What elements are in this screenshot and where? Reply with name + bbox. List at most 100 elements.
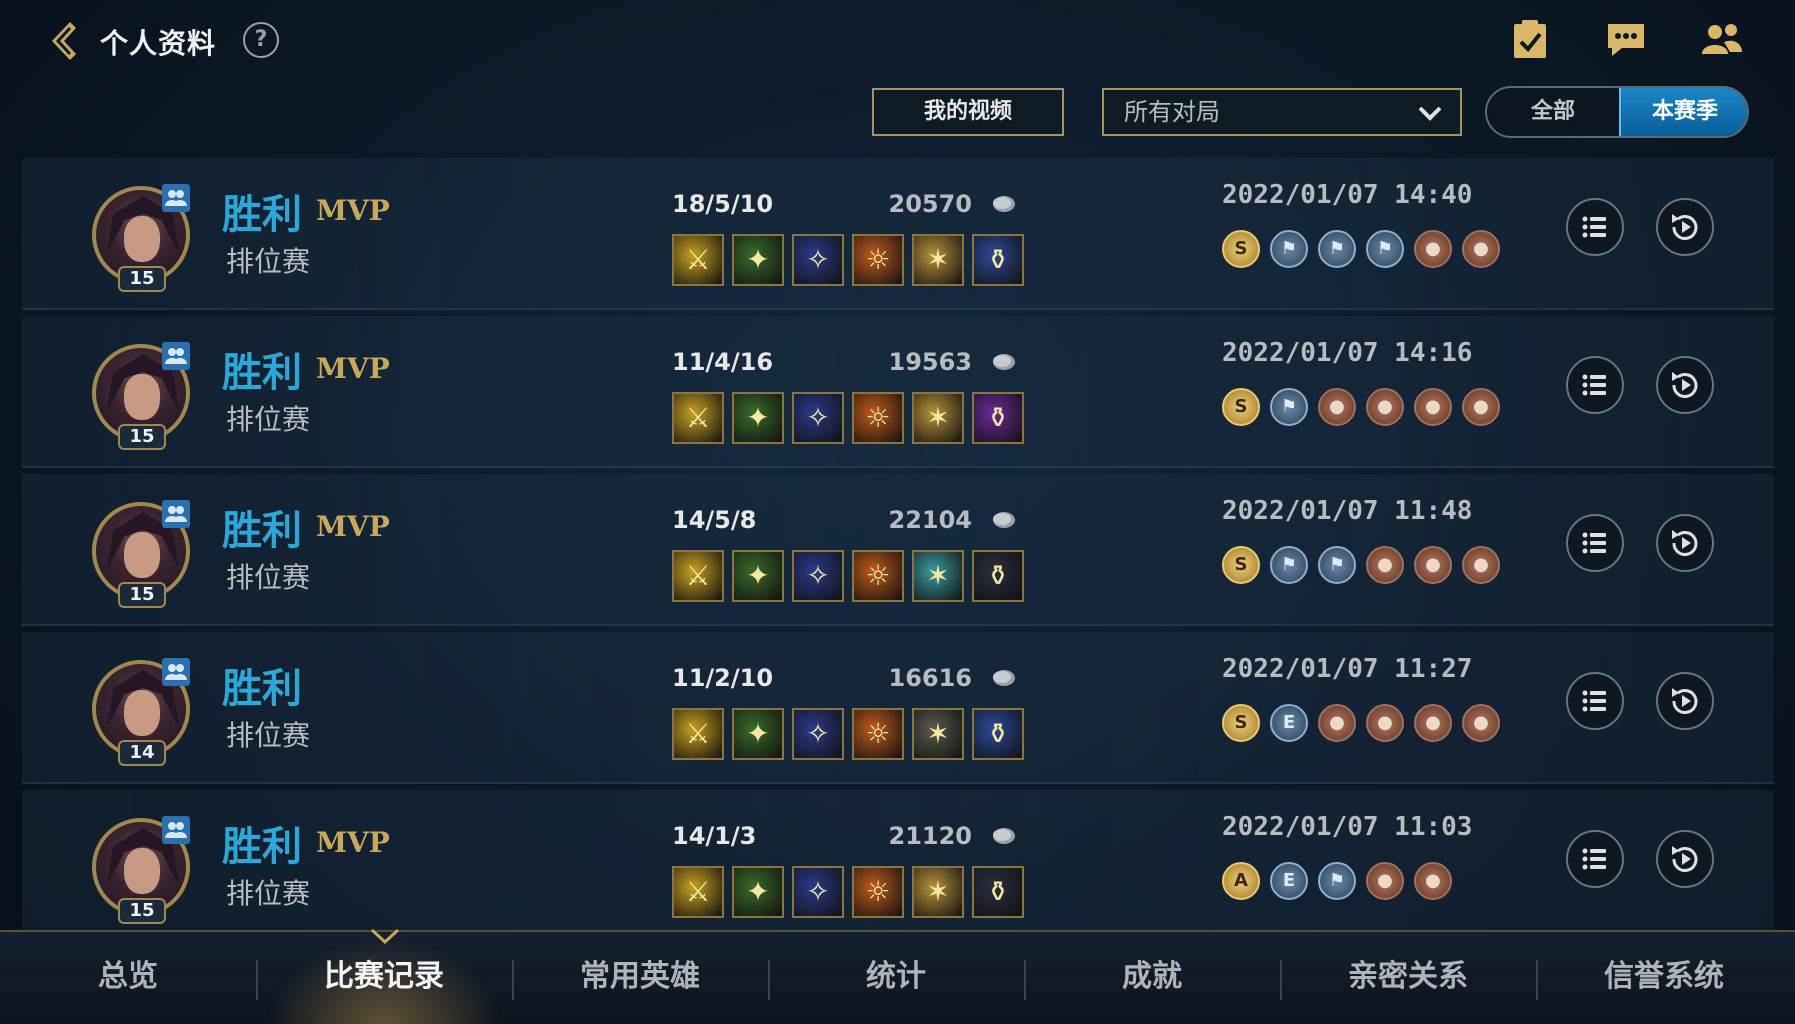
tab-divider (512, 960, 514, 1000)
match-honor-badge-icon: A (1222, 862, 1260, 900)
match-details-button[interactable] (1566, 830, 1624, 888)
item-slot-icon: ✦ (732, 708, 784, 760)
item-slot-icon: ✧ (792, 550, 844, 602)
my-videos-button[interactable]: 我的视频 (872, 88, 1064, 136)
help-icon[interactable]: ? (243, 22, 279, 58)
kda-score: 14/1/3 (672, 822, 757, 850)
gold-earned: 16616 (888, 664, 973, 692)
match-replay-button[interactable] (1656, 830, 1714, 888)
team-party-icon (162, 342, 190, 370)
toggle-season-option[interactable]: 本赛季 (1619, 88, 1747, 136)
kda-score: 14/5/8 (672, 506, 757, 534)
item-slot-icon: ✶ (912, 866, 964, 918)
match-details-button[interactable] (1566, 672, 1624, 730)
item-slot-icon: ✧ (792, 234, 844, 286)
item-slot-icon: ⚱ (972, 234, 1024, 286)
replay-icon (1672, 688, 1698, 714)
gold-coin-icon (993, 670, 1015, 686)
match-result: 胜利 (222, 824, 302, 870)
mvp-label: MVP (316, 510, 390, 543)
tab-3[interactable]: 统计 (768, 932, 1024, 1024)
list-icon (1582, 532, 1606, 554)
match-row[interactable]: 14 胜利 排位赛 11/2/10 16616 ⚔ ✦ ✧ ☼ ✶ ⚱ 2022/01/0… (22, 632, 1774, 784)
tab-0[interactable]: 总览 (0, 932, 256, 1024)
game-mode: 排位赛 (226, 719, 311, 752)
team-party-icon (162, 658, 190, 686)
match-row[interactable]: 15 胜利 MVP 排位赛 11/4/16 19563 ⚔ ✦ ✧ ☼ ✶ ⚱ 2022/… (22, 316, 1774, 468)
item-slot-icon: ☼ (852, 550, 904, 602)
tab-6[interactable]: 信誉系统 (1536, 932, 1792, 1024)
match-honor-badge-icon: ⚑ (1270, 546, 1308, 584)
match-row[interactable]: 15 胜利 MVP 排位赛 14/5/8 22104 ⚔ ✦ ✧ ☼ ✶ ⚱ 2022/0… (22, 474, 1774, 626)
champion-level-badge: 14 (118, 740, 166, 766)
item-slot-icon: ✶ (912, 234, 964, 286)
match-replay-button[interactable] (1656, 198, 1714, 256)
match-honor-badge-icon: ● (1366, 862, 1404, 900)
item-slot-icon: ⚔ (672, 708, 724, 760)
match-honor-badge-icon: ● (1462, 388, 1500, 426)
match-replay-button[interactable] (1656, 672, 1714, 730)
header-bar: 个人资料 ? (0, 0, 1795, 80)
tab-divider (1280, 960, 1282, 1000)
match-honor-badge-icon: ⚑ (1318, 230, 1356, 268)
match-result: 胜利 (222, 508, 302, 554)
match-honor-badge-icon: ● (1462, 546, 1500, 584)
list-icon (1582, 374, 1606, 396)
item-slot-icon: ⚱ (972, 392, 1024, 444)
task-checklist-icon[interactable] (1508, 20, 1552, 60)
kda-score: 18/5/10 (672, 190, 774, 218)
team-party-icon (162, 816, 190, 844)
match-honor-badge-icon: S (1222, 388, 1260, 426)
chat-message-icon[interactable] (1604, 20, 1648, 60)
match-datetime: 2022/01/07 11:27 (1222, 654, 1473, 684)
mvp-label: MVP (316, 194, 390, 227)
match-datetime: 2022/01/07 11:03 (1222, 812, 1473, 842)
match-honor-badge-icon: S (1222, 704, 1260, 742)
replay-icon (1672, 530, 1698, 556)
item-slot-icon: ✦ (732, 392, 784, 444)
back-arrow-icon[interactable] (40, 16, 90, 66)
match-honor-badge-icon: ● (1366, 546, 1404, 584)
replay-icon (1672, 372, 1698, 398)
item-slot-icon: ☼ (852, 866, 904, 918)
match-history-list: 15 胜利 MVP 排位赛 18/5/10 20570 ⚔ ✦ ✧ ☼ ✶ ⚱ 2022/… (22, 156, 1774, 932)
item-slot-icon: ✶ (912, 550, 964, 602)
champion-level-badge: 15 (118, 266, 166, 292)
list-icon (1582, 848, 1606, 870)
gold-earned: 22104 (888, 506, 973, 534)
match-datetime: 2022/01/07 14:16 (1222, 338, 1473, 368)
item-slot-icon: ⚱ (972, 708, 1024, 760)
item-slot-icon: ✶ (912, 392, 964, 444)
item-slot-icon: ✧ (792, 866, 844, 918)
match-replay-button[interactable] (1656, 514, 1714, 572)
friends-icon[interactable] (1700, 20, 1744, 60)
match-result: 胜利 (222, 192, 302, 238)
match-row[interactable]: 15 胜利 MVP 排位赛 18/5/10 20570 ⚔ ✦ ✧ ☼ ✶ ⚱ 2022/… (22, 158, 1774, 310)
tab-2[interactable]: 常用英雄 (512, 932, 768, 1024)
item-slot-icon: ✦ (732, 550, 784, 602)
match-honor-badge-icon: ⚑ (1318, 862, 1356, 900)
tab-divider (1536, 960, 1538, 1000)
game-mode: 排位赛 (226, 403, 311, 436)
gold-earned: 20570 (888, 190, 973, 218)
match-details-button[interactable] (1566, 356, 1624, 414)
match-details-button[interactable] (1566, 514, 1624, 572)
tab-5[interactable]: 亲密关系 (1280, 932, 1536, 1024)
match-type-value: 所有对局 (1124, 98, 1220, 126)
match-row[interactable]: 15 胜利 MVP 排位赛 14/1/3 21120 ⚔ ✦ ✧ ☼ ✶ ⚱ 2022/0… (22, 790, 1774, 932)
champion-level-badge: 15 (118, 582, 166, 608)
toggle-all-option[interactable]: 全部 (1487, 88, 1619, 136)
tab-1[interactable]: 比赛记录 (256, 932, 512, 1024)
tab-4[interactable]: 成就 (1024, 932, 1280, 1024)
item-slot-icon: ✦ (732, 866, 784, 918)
match-type-dropdown[interactable]: 所有对局 (1102, 88, 1462, 136)
match-details-button[interactable] (1566, 198, 1624, 256)
tab-divider (256, 960, 258, 1000)
item-slot-icon: ⚱ (972, 866, 1024, 918)
match-honor-badge-icon: ⚑ (1270, 388, 1308, 426)
tab-divider (768, 960, 770, 1000)
match-replay-button[interactable] (1656, 356, 1714, 414)
champion-level-badge: 15 (118, 424, 166, 450)
mvp-label: MVP (316, 352, 390, 385)
team-party-icon (162, 500, 190, 528)
